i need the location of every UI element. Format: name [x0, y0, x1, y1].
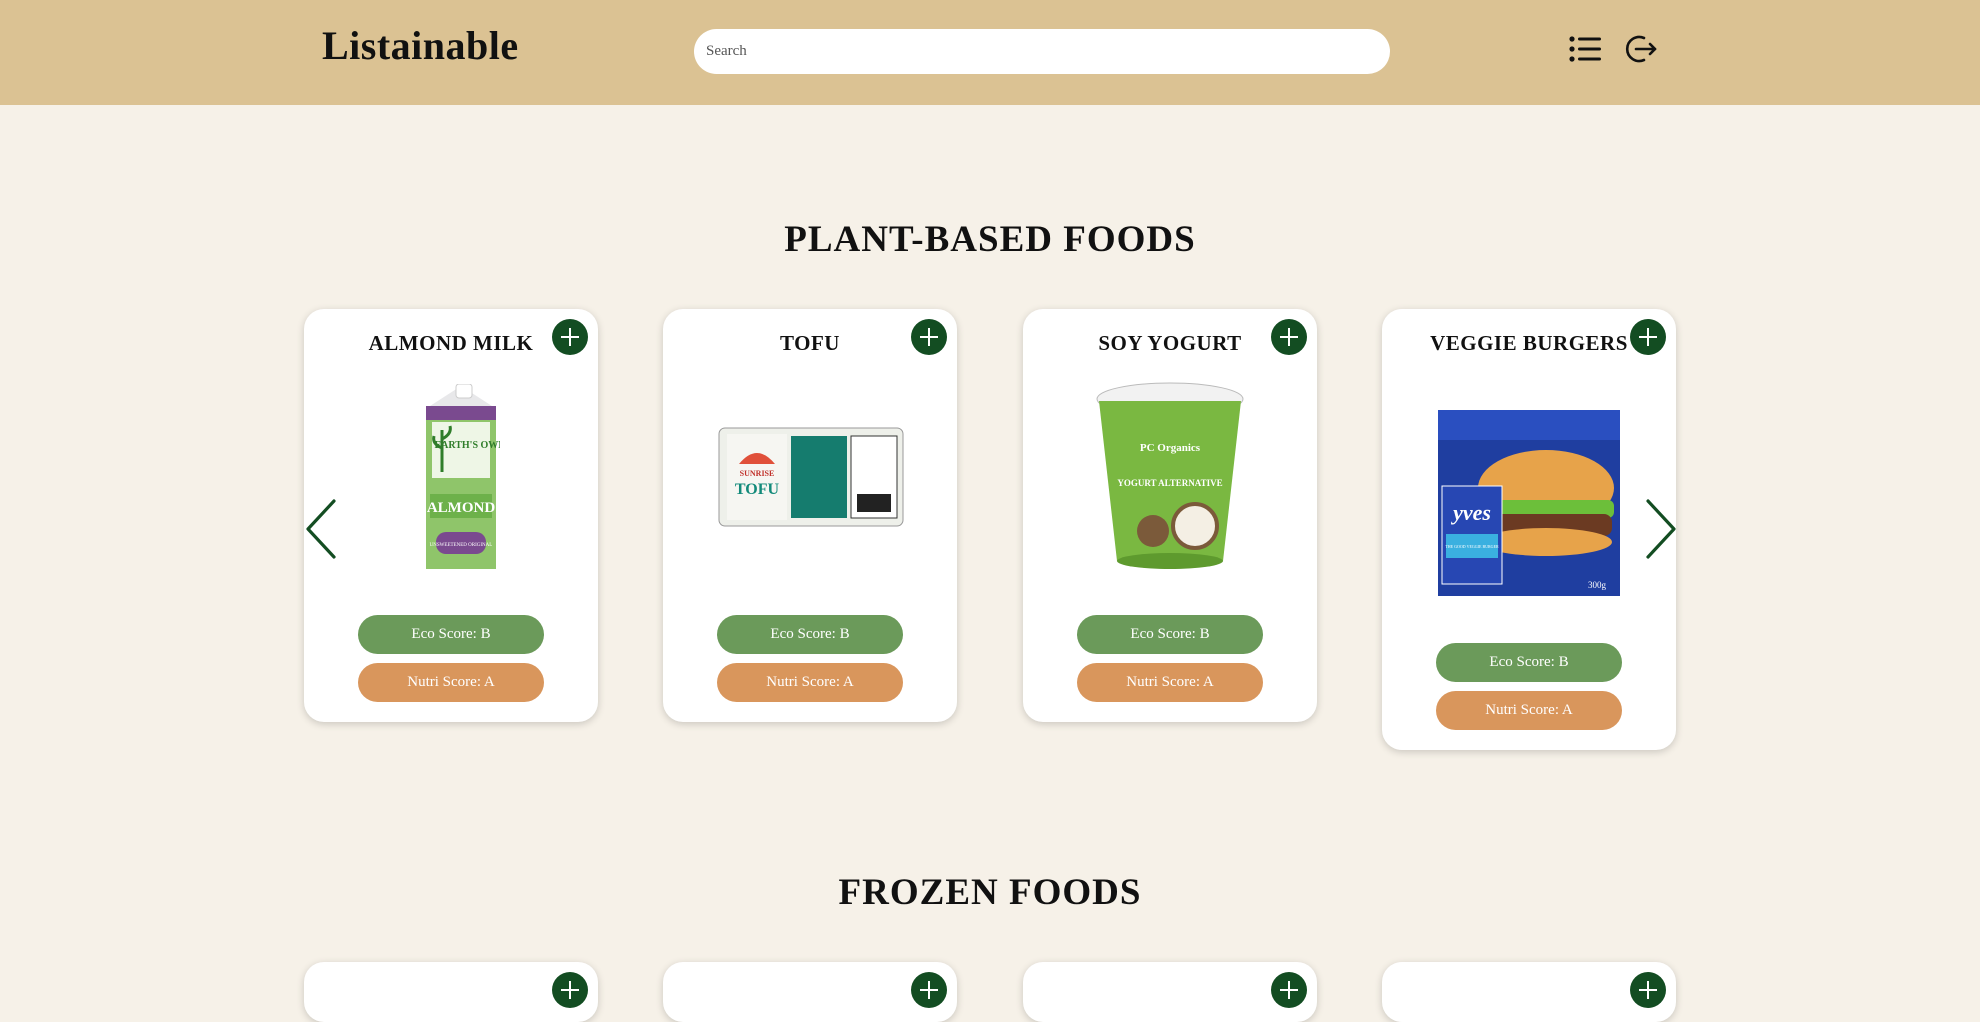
top-bar: Listainable [0, 0, 1980, 105]
add-to-list-button[interactable] [552, 319, 588, 355]
product-card-partial[interactable] [1382, 962, 1676, 1022]
product-card-tofu[interactable]: TOFU SUNRISE TOFU Eco Score: B Nutri Sco… [663, 309, 957, 722]
add-to-list-button[interactable] [1271, 319, 1307, 355]
add-to-list-button[interactable] [552, 972, 588, 1008]
svg-text:yves: yves [1450, 500, 1491, 525]
app-logo[interactable]: Listainable [322, 22, 519, 69]
svg-text:YOGURT ALTERNATIVE: YOGURT ALTERNATIVE [1117, 478, 1222, 488]
svg-text:EARTH'S OWN: EARTH'S OWN [434, 440, 500, 451]
product-name: ALMOND MILK [368, 331, 534, 355]
product-card-partial[interactable] [1023, 962, 1317, 1022]
search-input[interactable] [694, 29, 1390, 74]
svg-text:TOFU: TOFU [735, 481, 780, 498]
add-to-list-button[interactable] [911, 319, 947, 355]
nutri-score-badge[interactable]: Nutri Score: A [717, 663, 903, 702]
soy-yogurt-image: PC Organics YOGURT ALTERNATIVE [1095, 381, 1245, 576]
product-name: TOFU [780, 331, 840, 355]
list-icon[interactable] [1566, 30, 1604, 68]
product-name: SOY YOGURT [1098, 331, 1242, 355]
product-card-partial[interactable] [304, 962, 598, 1022]
nutri-score-badge[interactable]: Nutri Score: A [1436, 691, 1622, 730]
product-card-soy-yogurt[interactable]: SOY YOGURT PC Organics YOGURT ALTERNATIV… [1023, 309, 1317, 722]
svg-text:300g: 300g [1588, 580, 1607, 590]
svg-text:SUNRISE: SUNRISE [740, 469, 775, 478]
add-to-list-button[interactable] [1630, 319, 1666, 355]
eco-score-badge[interactable]: Eco Score: B [1436, 643, 1622, 682]
veggie-burgers-image: yves THE GOOD VEGGIE BURGER 300g [1438, 410, 1620, 601]
carousel-prev-arrow-icon[interactable] [302, 497, 342, 561]
logout-icon[interactable] [1622, 30, 1660, 68]
nutri-score-badge[interactable]: Nutri Score: A [358, 663, 544, 702]
product-card-veggie-burgers[interactable]: VEGGIE BURGERS yves THE GOOD VEGGIE BURG… [1382, 309, 1676, 750]
svg-text:PC Organics: PC Organics [1140, 442, 1201, 454]
nutri-score-badge[interactable]: Nutri Score: A [1077, 663, 1263, 702]
almond-milk-image: EARTH'S OWN ALMOND UNSWEETENED ORIGINAL [422, 383, 506, 574]
section-title-frozen-foods: FROZEN FOODS [838, 872, 1142, 913]
eco-score-badge[interactable]: Eco Score: B [1077, 615, 1263, 654]
add-to-list-button[interactable] [911, 972, 947, 1008]
svg-text:ALMOND: ALMOND [427, 500, 495, 516]
svg-text:THE GOOD VEGGIE BURGER: THE GOOD VEGGIE BURGER [1445, 544, 1499, 549]
product-card-almond-milk[interactable]: ALMOND MILK EARTH'S OWN ALMOND UNSWEETEN… [304, 309, 598, 722]
product-card-partial[interactable] [663, 962, 957, 1022]
add-to-list-button[interactable] [1630, 972, 1666, 1008]
tofu-image: SUNRISE TOFU [717, 424, 905, 535]
product-name: VEGGIE BURGERS [1430, 331, 1628, 355]
carousel-next-arrow-icon[interactable] [1640, 497, 1680, 561]
section-title-plant-based: PLANT-BASED FOODS [784, 219, 1196, 260]
eco-score-badge[interactable]: Eco Score: B [717, 615, 903, 654]
eco-score-badge[interactable]: Eco Score: B [358, 615, 544, 654]
add-to-list-button[interactable] [1271, 972, 1307, 1008]
svg-text:UNSWEETENED ORIGINAL: UNSWEETENED ORIGINAL [430, 543, 493, 548]
